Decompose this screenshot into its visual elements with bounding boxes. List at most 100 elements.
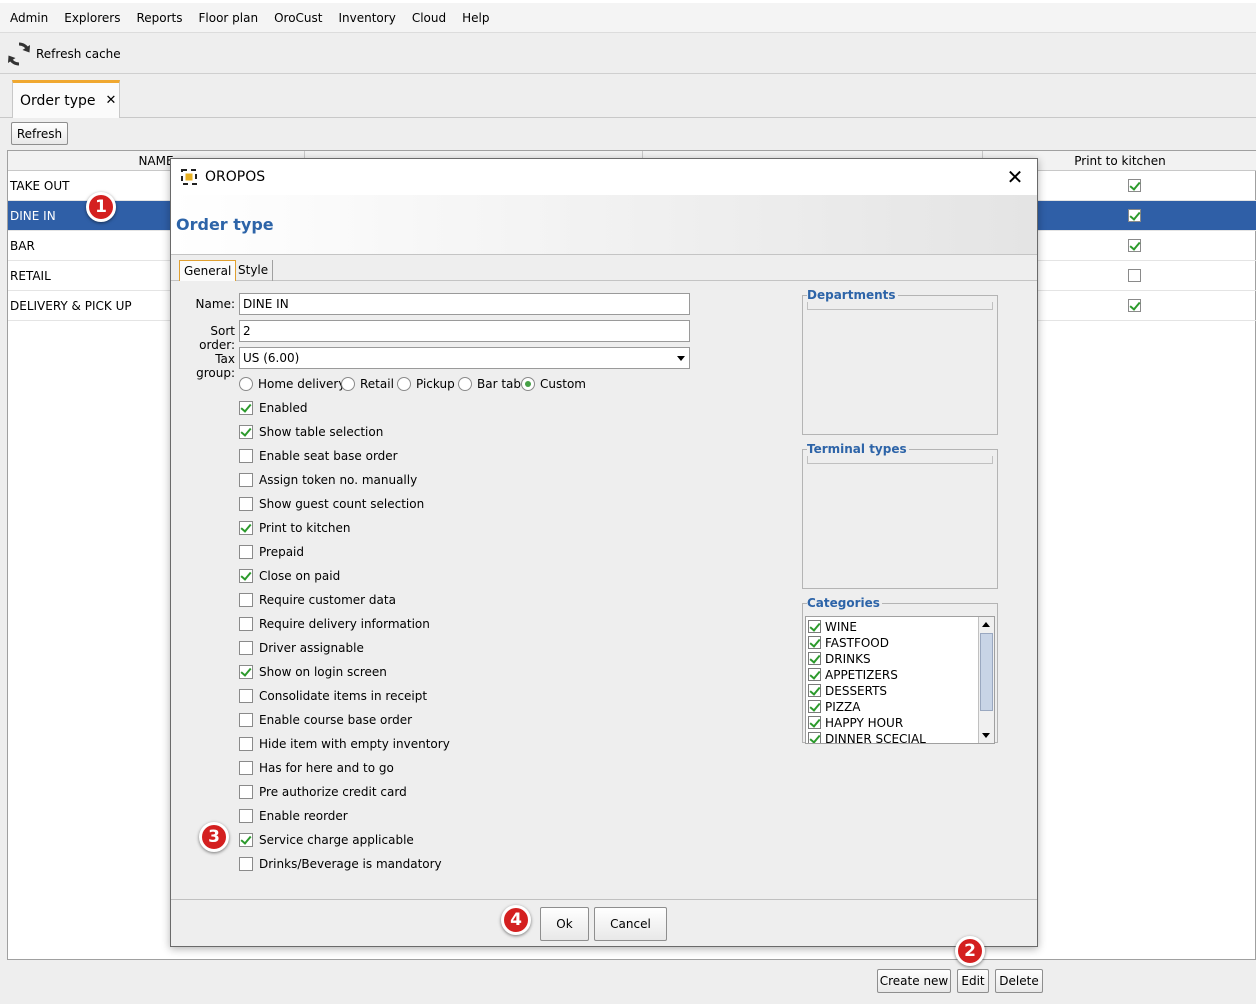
tab-strip: Order type ✕: [0, 78, 1256, 118]
category-label: APPETIZERS: [825, 668, 898, 682]
scroll-thumb[interactable]: [980, 633, 993, 711]
name-label: Name:: [195, 297, 235, 311]
checkbox-drinks-mandatory[interactable]: [239, 857, 253, 871]
cancel-button[interactable]: Cancel: [594, 907, 667, 941]
categories-label: Categories: [807, 596, 882, 610]
edit-button[interactable]: Edit: [957, 969, 989, 993]
menu-admin[interactable]: Admin: [2, 11, 56, 25]
checkbox-driver-assignable[interactable]: [239, 641, 253, 655]
checkbox-enable-seat-base-order[interactable]: [239, 449, 253, 463]
scroll-up-icon[interactable]: [982, 622, 990, 627]
category-checkbox[interactable]: [808, 652, 821, 665]
categories-scrollbar[interactable]: [978, 617, 994, 743]
menu-explorers[interactable]: Explorers: [56, 11, 128, 25]
radio-custom[interactable]: [521, 377, 535, 391]
tab-general[interactable]: General: [179, 260, 237, 281]
print-to-kitchen-checkbox[interactable]: [1128, 209, 1141, 222]
category-label: DINNER SCECIAL: [825, 732, 926, 744]
category-label: FASTFOOD: [825, 636, 889, 650]
radio-home-delivery[interactable]: [239, 377, 253, 391]
category-checkbox[interactable]: [808, 636, 821, 649]
checkbox-show-on-login[interactable]: [239, 665, 253, 679]
checkbox-assign-token[interactable]: [239, 473, 253, 487]
checkbox-label: Enable reorder: [259, 809, 348, 823]
checkbox-label: Consolidate items in receipt: [259, 689, 428, 703]
checkbox-require-customer-data[interactable]: [239, 593, 253, 607]
dialog-tabs: General Style: [171, 255, 1037, 281]
print-to-kitchen-checkbox[interactable]: [1128, 179, 1141, 192]
category-checkbox[interactable]: [808, 620, 821, 633]
checkbox-label: Has for here and to go: [259, 761, 394, 775]
dialog-title-bar: OROPOS ✕: [171, 159, 1037, 195]
checkbox-label: Show on login screen: [259, 665, 387, 679]
terminal-types-panel: Terminal types: [802, 442, 998, 589]
dialog-footer: Ok Cancel: [171, 899, 1037, 946]
menu-reports[interactable]: Reports: [128, 11, 190, 25]
menu-inventory[interactable]: Inventory: [330, 11, 403, 25]
checkbox-label: Driver assignable: [259, 641, 364, 655]
tab-style[interactable]: Style: [234, 260, 274, 281]
terminal-types-list[interactable]: [807, 456, 993, 464]
ok-button[interactable]: Ok: [540, 907, 589, 941]
toolbar: Refresh cache: [0, 32, 1256, 74]
menu-bar: Admin Explorers Reports Floor plan OroCu…: [0, 0, 1256, 32]
name-input[interactable]: DINE IN: [239, 293, 690, 315]
checkbox-hide-empty-inventory[interactable]: [239, 737, 253, 751]
row-name: RETAIL: [10, 269, 51, 283]
checkbox-show-table-selection[interactable]: [239, 425, 253, 439]
category-checkbox[interactable]: [808, 732, 821, 743]
category-label: DRINKS: [825, 652, 871, 666]
create-new-button[interactable]: Create new: [877, 969, 951, 993]
checkbox-pre-authorize-card[interactable]: [239, 785, 253, 799]
category-checkbox[interactable]: [808, 668, 821, 681]
checkbox-enable-reorder[interactable]: [239, 809, 253, 823]
dialog-header-title: Order type: [176, 215, 274, 234]
row-name: BAR: [10, 239, 35, 253]
checkbox-label: Require delivery information: [259, 617, 430, 631]
menu-cloud[interactable]: Cloud: [404, 11, 454, 25]
checkbox-enabled[interactable]: [239, 401, 253, 415]
radio-bar-tab[interactable]: [458, 377, 472, 391]
dialog-close-icon[interactable]: ✕: [1001, 163, 1029, 191]
checkbox-consolidate-items[interactable]: [239, 689, 253, 703]
sort-order-label: Sort order:: [199, 324, 235, 352]
refresh-icon: [8, 42, 30, 66]
refresh-cache-button[interactable]: Refresh cache: [6, 39, 121, 69]
print-to-kitchen-checkbox[interactable]: [1128, 239, 1141, 252]
tab-order-type[interactable]: Order type ✕: [12, 80, 120, 118]
categories-list: WINE FASTFOOD DRINKS APPETIZERS DESSERTS…: [805, 616, 995, 744]
checkbox-print-to-kitchen[interactable]: [239, 521, 253, 535]
menu-help[interactable]: Help: [454, 11, 497, 25]
radio-label: Retail: [360, 377, 394, 391]
print-to-kitchen-checkbox[interactable]: [1128, 299, 1141, 312]
radio-pickup[interactable]: [397, 377, 411, 391]
scroll-down-icon[interactable]: [982, 733, 990, 738]
tax-group-select[interactable]: US (6.00): [239, 347, 690, 369]
delete-button[interactable]: Delete: [995, 969, 1043, 993]
order-type-dialog: OROPOS ✕ Order type General Style Name: …: [170, 158, 1038, 947]
close-icon[interactable]: ✕: [106, 93, 117, 108]
menu-orocust[interactable]: OroCust: [266, 11, 330, 25]
checkbox-label: Enable seat base order: [259, 449, 398, 463]
checkbox-enable-course-base-order[interactable]: [239, 713, 253, 727]
category-checkbox[interactable]: [808, 700, 821, 713]
departments-list[interactable]: [807, 302, 993, 310]
category-label: HAPPY HOUR: [825, 716, 904, 730]
category-checkbox[interactable]: [808, 716, 821, 729]
tax-group-value: US (6.00): [243, 351, 300, 365]
categories-panel: Categories WINE FASTFOOD DRINKS APPETIZE…: [802, 596, 998, 744]
category-checkbox[interactable]: [808, 684, 821, 697]
menu-floor-plan[interactable]: Floor plan: [191, 11, 267, 25]
sort-order-input[interactable]: 2: [239, 320, 690, 342]
step-marker-4: 4: [501, 905, 531, 935]
print-to-kitchen-checkbox[interactable]: [1128, 269, 1141, 282]
checkbox-service-charge[interactable]: [239, 833, 253, 847]
checkbox-close-on-paid[interactable]: [239, 569, 253, 583]
checkbox-prepaid[interactable]: [239, 545, 253, 559]
refresh-button[interactable]: Refresh: [11, 122, 68, 145]
checkbox-label: Enabled: [259, 401, 308, 415]
checkbox-require-delivery-info[interactable]: [239, 617, 253, 631]
radio-retail[interactable]: [341, 377, 355, 391]
checkbox-for-here-to-go[interactable]: [239, 761, 253, 775]
checkbox-show-guest-count[interactable]: [239, 497, 253, 511]
